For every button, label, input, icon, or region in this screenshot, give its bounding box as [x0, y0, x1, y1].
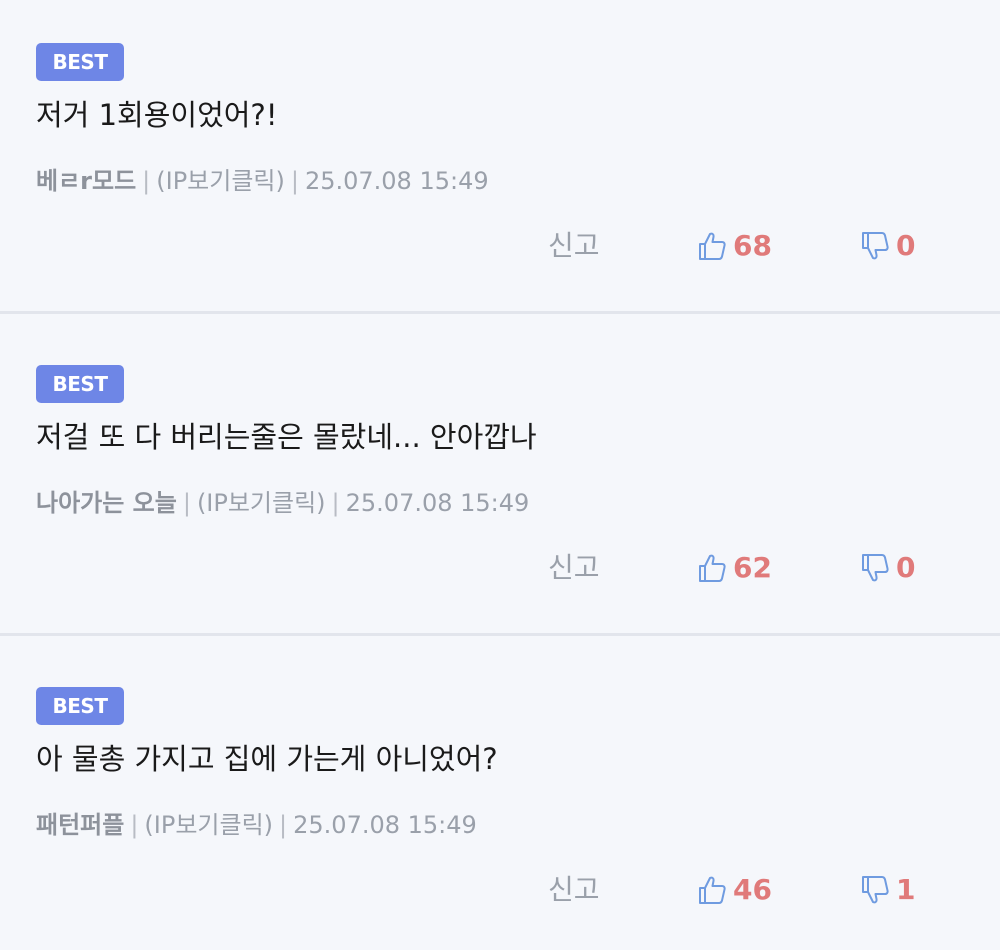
dislike-button[interactable]: 1: [860, 871, 915, 909]
thumbs-down-icon: [862, 554, 889, 582]
comment-meta: 나아가는 오늘 | (IP보기클릭) | 25.07.08 15:49: [36, 486, 529, 520]
meta-separator: |: [279, 811, 288, 839]
comment-list: BEST 저거 1회용이었어?! 베ㄹr모드 | (IP보기클릭) | 25.07.08…: [0, 0, 1000, 950]
best-badge: BEST: [36, 43, 124, 81]
like-count: 68: [733, 229, 772, 262]
thumbs-up-icon: [699, 232, 726, 260]
divider: [0, 633, 1000, 636]
author-name[interactable]: 패턴퍼플: [36, 811, 124, 839]
author-name[interactable]: 베ㄹr모드: [36, 167, 136, 195]
thumbs-up-icon: [699, 876, 726, 904]
dislike-count: 0: [896, 229, 916, 262]
author-name[interactable]: 나아가는 오늘: [36, 489, 177, 517]
ip-view-link[interactable]: (IP보기클릭): [197, 489, 326, 517]
report-button[interactable]: 신고: [548, 871, 600, 909]
report-button[interactable]: 신고: [548, 227, 600, 265]
comment-date: 25.07.08 15:49: [345, 489, 530, 517]
comment-item: BEST 저걸 또 다 버리는줄은 몰랐네... 안아깝나 나아가는 오늘 | (I…: [0, 322, 1000, 632]
like-count: 62: [733, 551, 772, 584]
dislike-button[interactable]: 0: [860, 227, 915, 265]
comment-text: 저거 1회용이었어?!: [36, 98, 278, 132]
best-badge: BEST: [36, 365, 124, 403]
comment-text: 아 물총 가지고 집에 가는게 아니었어?: [36, 742, 498, 776]
like-count: 46: [733, 873, 772, 906]
comment-text: 저걸 또 다 버리는줄은 몰랐네... 안아깝나: [36, 420, 537, 454]
ip-view-link[interactable]: (IP보기클릭): [156, 167, 285, 195]
meta-separator: |: [290, 167, 299, 195]
dislike-button[interactable]: 0: [860, 549, 915, 587]
comment-date: 25.07.08 15:49: [304, 167, 489, 195]
comment-date: 25.07.08 15:49: [293, 811, 477, 839]
like-button[interactable]: 68: [697, 227, 772, 265]
meta-separator: |: [142, 167, 151, 195]
comment-item: BEST 아 물총 가지고 집에 가는게 아니었어? 패턴퍼플 | (IP보기클릭)…: [0, 644, 1000, 950]
ip-view-link[interactable]: (IP보기클릭): [144, 811, 273, 839]
meta-separator: |: [130, 811, 139, 839]
thumbs-up-icon: [699, 554, 726, 582]
comment-meta: 베ㄹr모드 | (IP보기클릭) | 25.07.08 15:49: [36, 164, 489, 198]
thumbs-down-icon: [862, 232, 889, 260]
meta-separator: |: [182, 489, 191, 517]
thumbs-down-icon: [862, 876, 889, 904]
like-button[interactable]: 62: [697, 549, 772, 587]
meta-separator: |: [331, 489, 340, 517]
dislike-count: 1: [896, 873, 916, 906]
comment-meta: 패턴퍼플 | (IP보기클릭) | 25.07.08 15:49: [36, 808, 477, 842]
comment-item: BEST 저거 1회용이었어?! 베ㄹr모드 | (IP보기클릭) | 25.07.08…: [0, 0, 1000, 310]
dislike-count: 0: [896, 551, 916, 584]
best-badge: BEST: [36, 687, 124, 725]
like-button[interactable]: 46: [697, 871, 772, 909]
divider: [0, 311, 1000, 314]
report-button[interactable]: 신고: [548, 549, 600, 587]
